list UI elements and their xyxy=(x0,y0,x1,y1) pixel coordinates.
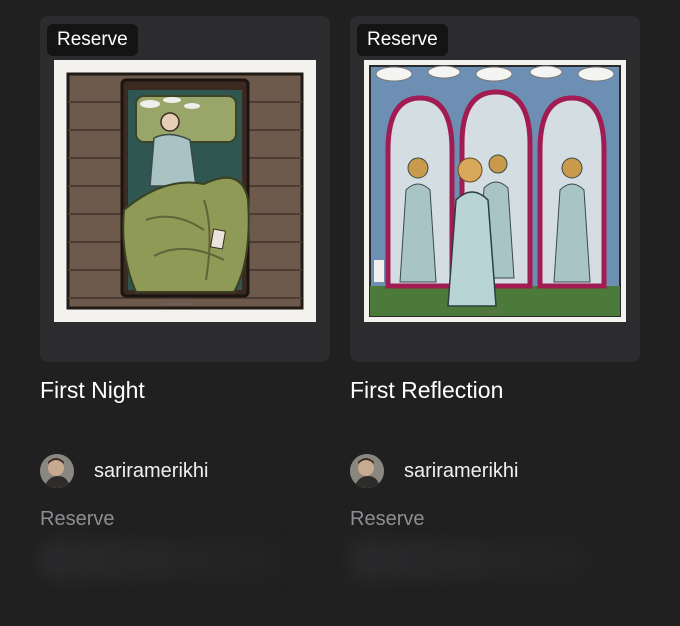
status-text: Reserve xyxy=(40,508,115,530)
artist-avatar[interactable] xyxy=(40,454,74,488)
card-title[interactable]: First Night xyxy=(40,376,145,404)
artwork-first-night-image[interactable] xyxy=(54,60,316,322)
blurred-placeholder xyxy=(350,540,590,580)
blurred-placeholder xyxy=(40,540,280,580)
artist-name[interactable]: sariramerikhi xyxy=(404,460,518,483)
artwork-first-reflection-image[interactable] xyxy=(364,60,626,322)
status-text: Reserve xyxy=(350,508,425,530)
artist-row[interactable]: sariramerikhi xyxy=(40,454,208,488)
artist-avatar[interactable] xyxy=(350,454,384,488)
card-media[interactable]: Reserve xyxy=(40,16,330,362)
mirror-figure-artwork-icon xyxy=(369,65,621,317)
reserve-badge: Reserve xyxy=(47,24,138,56)
artist-row[interactable]: sariramerikhi xyxy=(350,454,518,488)
artist-name[interactable]: sariramerikhi xyxy=(94,460,208,483)
nft-card-first-night[interactable]: Reserve First Night sariramerikhi Reserv… xyxy=(40,16,330,580)
avatar-portrait-icon xyxy=(350,454,384,488)
nft-card-first-reflection[interactable]: Reserve First Reflection sariramerikhi R… xyxy=(350,16,640,580)
avatar-portrait-icon xyxy=(40,454,74,488)
card-title[interactable]: First Reflection xyxy=(350,376,503,404)
sleeping-figure-artwork-icon xyxy=(66,72,304,310)
reserve-badge: Reserve xyxy=(357,24,448,56)
card-media[interactable]: Reserve xyxy=(350,16,640,362)
